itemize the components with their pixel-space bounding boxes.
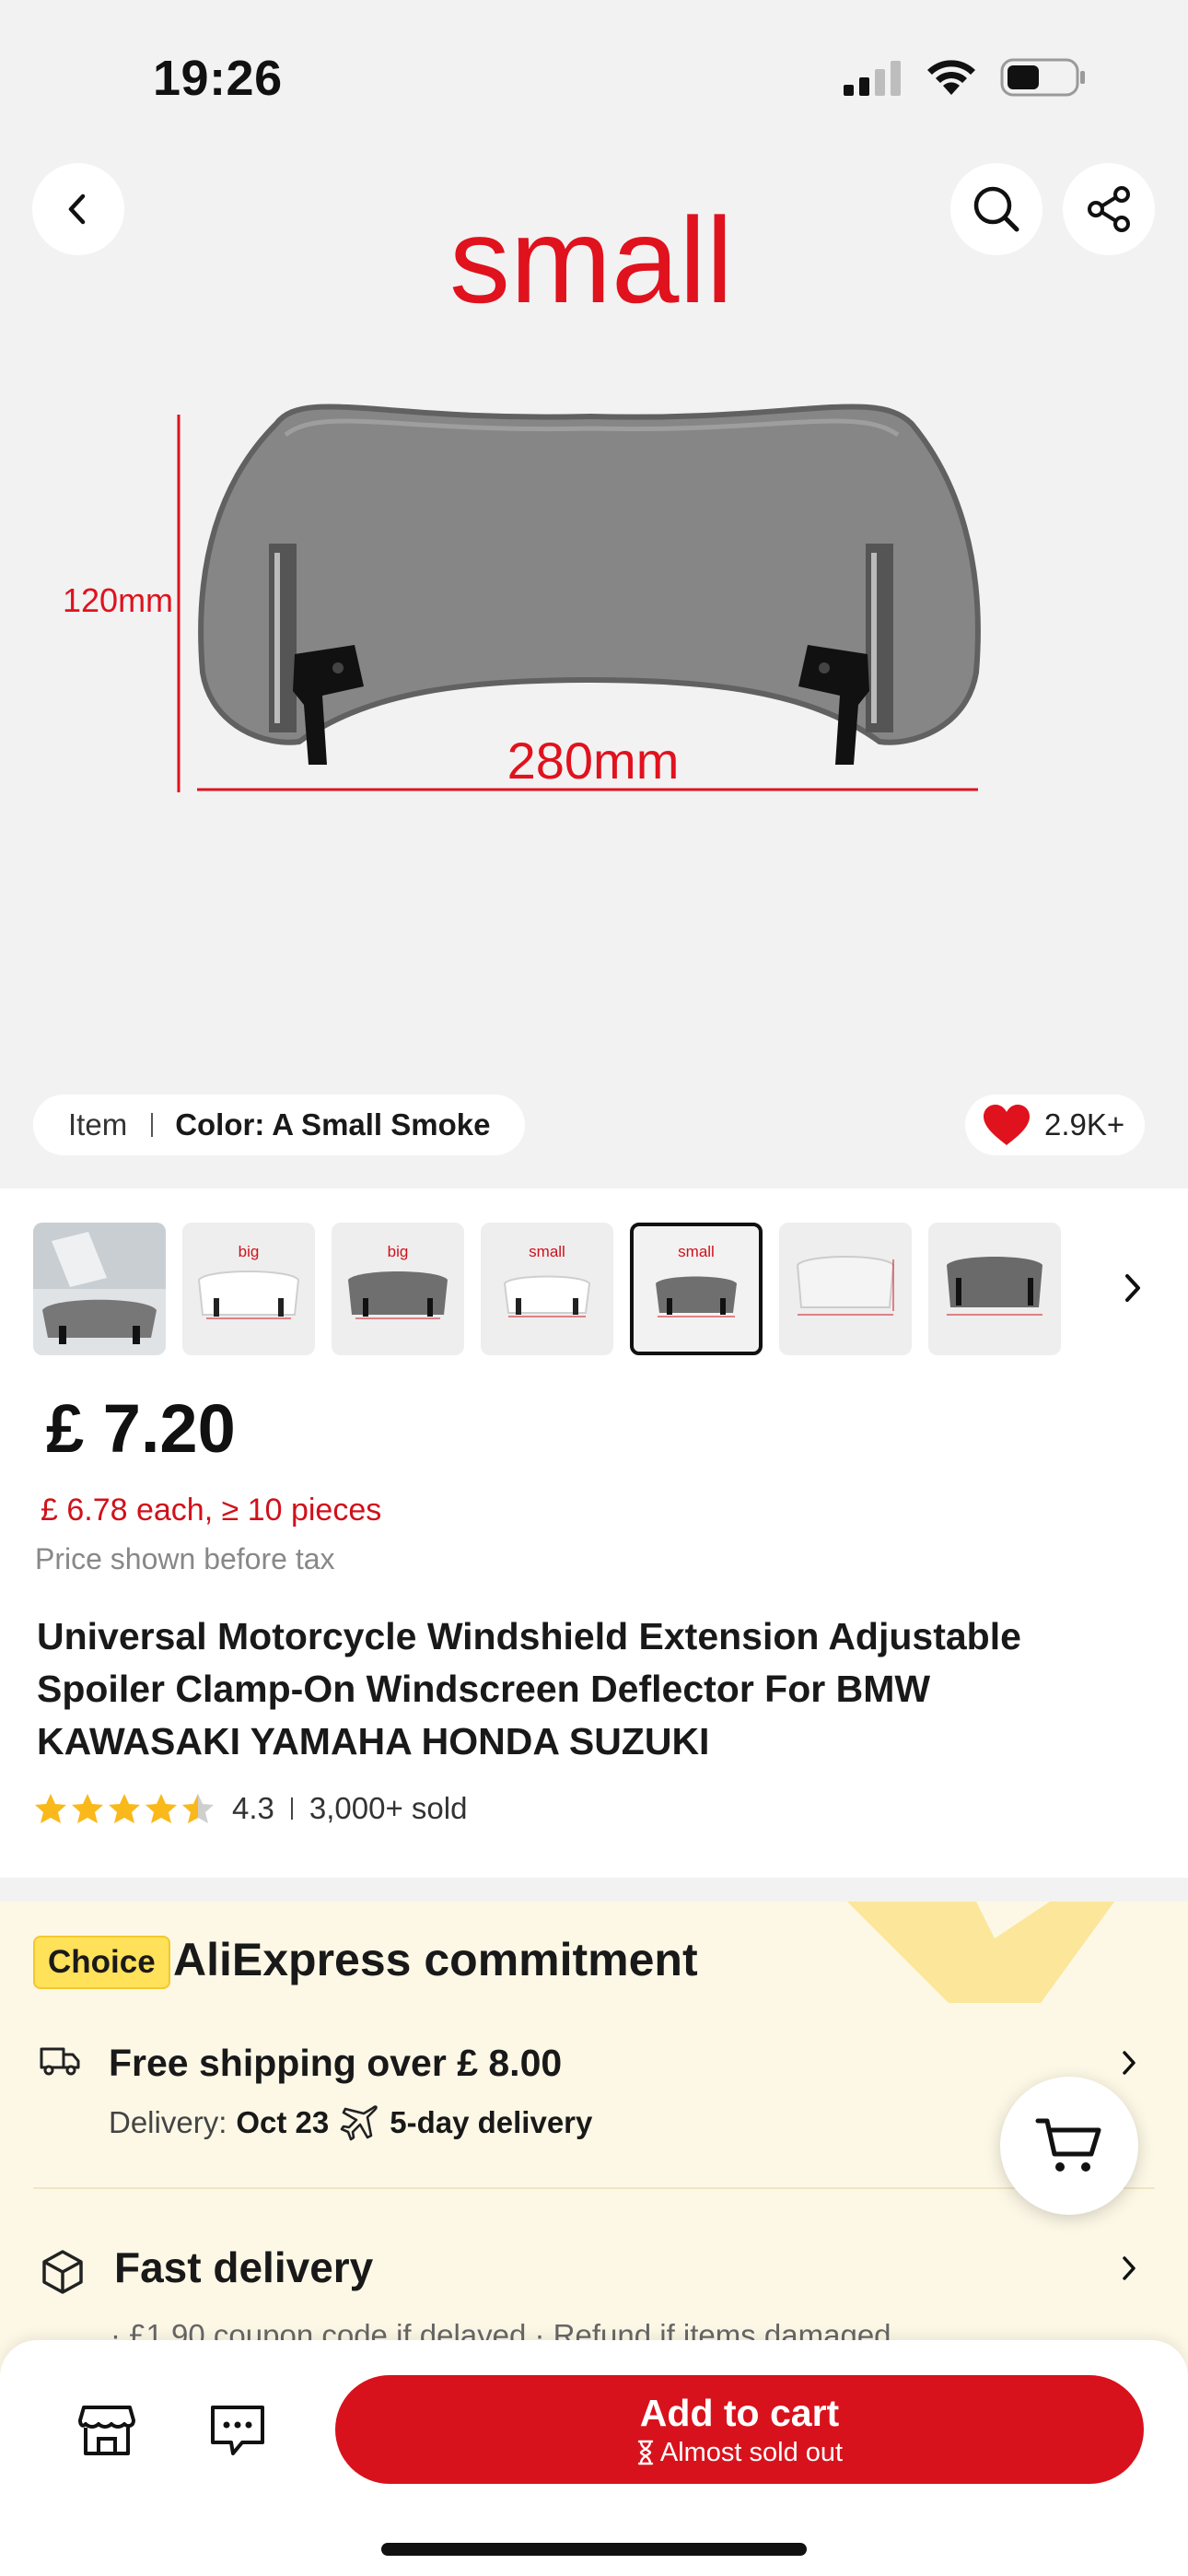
- delivery-date: Oct 23: [236, 2105, 330, 2139]
- thumbnail-strip: big big small small: [33, 1223, 1061, 1355]
- status-time: 19:26: [153, 51, 283, 106]
- message-button[interactable]: [204, 2397, 271, 2464]
- thumbnail-image: [656, 1276, 737, 1317]
- bottom-action-bar: Add to cart Almost sold out: [0, 2340, 1188, 2576]
- stock-note-label: Almost sold out: [659, 2438, 844, 2467]
- thumbnail-image: [348, 1271, 448, 1319]
- thumbnail-2[interactable]: big: [182, 1223, 315, 1355]
- rating-separator: [290, 1797, 293, 1820]
- thumbnail-7[interactable]: [928, 1223, 1061, 1355]
- product-title: Universal Motorcycle Windshield Extensio…: [37, 1615, 1021, 1762]
- hero-height-label: 120mm: [63, 581, 173, 619]
- battery-icon: [1000, 58, 1085, 97]
- floating-cart-button[interactable]: [1000, 2077, 1138, 2215]
- hero-width-label: 280mm: [507, 732, 680, 790]
- wifi-icon: [927, 60, 975, 95]
- fast-delivery-chevron[interactable]: [1111, 2250, 1147, 2287]
- thumbnail-image: [33, 1223, 166, 1344]
- price-main: £ 7.20: [46, 1390, 236, 1467]
- thumbnail-4[interactable]: small: [481, 1223, 613, 1355]
- star-half-icon: [182, 1794, 214, 1823]
- thumbnail-image: [947, 1257, 1042, 1316]
- thumbnail-image: [796, 1256, 895, 1316]
- free-shipping-title: Free shipping over £ 8.00: [109, 2042, 563, 2084]
- home-indicator: [381, 2543, 807, 2556]
- fast-delivery-title: Fast delivery: [114, 2243, 374, 2291]
- shopping-cart-icon: [1035, 2118, 1101, 2172]
- chevron-right-icon: [1123, 2256, 1136, 2280]
- sold-count: 3,000+ sold: [309, 1791, 468, 1825]
- tax-note: Price shown before tax: [35, 1542, 335, 1575]
- delivery-speed: 5-day delivery: [390, 2105, 593, 2139]
- hourglass-icon: [637, 2440, 654, 2465]
- rating-value: 4.3: [232, 1791, 274, 1825]
- add-to-cart-label: Add to cart: [639, 2392, 840, 2434]
- hero-size-label: small: [449, 193, 733, 328]
- variant-selector-chip[interactable]: Item Color: A Small Smoke: [33, 1095, 526, 1155]
- store-button[interactable]: [74, 2397, 140, 2464]
- heart-icon: [984, 1105, 1030, 1145]
- thumbnail-5-selected[interactable]: small: [630, 1223, 763, 1355]
- shipping-details-chevron[interactable]: [1111, 2044, 1147, 2081]
- thumbnail-1[interactable]: [33, 1223, 166, 1355]
- variant-item-label: Item: [68, 1107, 128, 1142]
- stock-note: Almost sold out: [636, 2436, 843, 2469]
- store-icon: [78, 2406, 135, 2455]
- status-bar: 19:26: [0, 0, 1188, 147]
- commitment-divider: [33, 2187, 1155, 2189]
- delivery-truck-icon: [40, 2047, 80, 2076]
- star-icon: [72, 1794, 103, 1823]
- thumbnail-6[interactable]: [779, 1223, 912, 1355]
- choice-badge: Choice: [33, 1936, 170, 1989]
- thumbnail-3[interactable]: big: [332, 1223, 464, 1355]
- chat-bubble-icon: [211, 2406, 264, 2455]
- delivery-info: Delivery: Oct 23 5-day delivery: [109, 2104, 592, 2141]
- delivery-label: Delivery:: [109, 2105, 227, 2139]
- status-icons: [842, 57, 1087, 98]
- chevron-right-icon: [1123, 2051, 1136, 2075]
- cellular-signal-icon: [844, 61, 901, 96]
- section-divider: [0, 1878, 1188, 1902]
- product-image-gallery[interactable]: 19:26 small 120mm 280mm Item Color: A Sm…: [0, 0, 1188, 1188]
- thumbnails-next-button[interactable]: [1114, 1270, 1151, 1306]
- airplane-icon: [340, 2104, 379, 2141]
- thumbnail-image: [197, 1270, 300, 1319]
- wishlist-count: 2.9K+: [1044, 1107, 1125, 1142]
- product-photo-windshield: small 120mm 280mm: [63, 193, 981, 792]
- rating-row[interactable]: 4.3 3,000+ sold: [33, 1791, 467, 1826]
- wishlist-button[interactable]: 2.9K+: [965, 1095, 1146, 1155]
- bulk-price: £ 6.78 each, ≥ 10 pieces: [41, 1493, 382, 1528]
- thumbnail-image: [503, 1275, 591, 1317]
- chevron-right-icon: [1125, 1274, 1140, 1302]
- rating-stars: [33, 1792, 215, 1825]
- commitment-title: AliExpress commitment: [173, 1934, 698, 1985]
- package-box-icon: [42, 2250, 83, 2294]
- star-icon: [109, 1794, 140, 1823]
- star-icon: [35, 1794, 66, 1823]
- star-icon: [146, 1794, 177, 1823]
- variant-color-label: Color: A Small Smoke: [175, 1107, 491, 1142]
- add-to-cart-button[interactable]: Add to cart Almost sold out: [335, 2375, 1144, 2484]
- choice-decoration-icon: [847, 1902, 1114, 2003]
- chip-separator: [151, 1113, 154, 1137]
